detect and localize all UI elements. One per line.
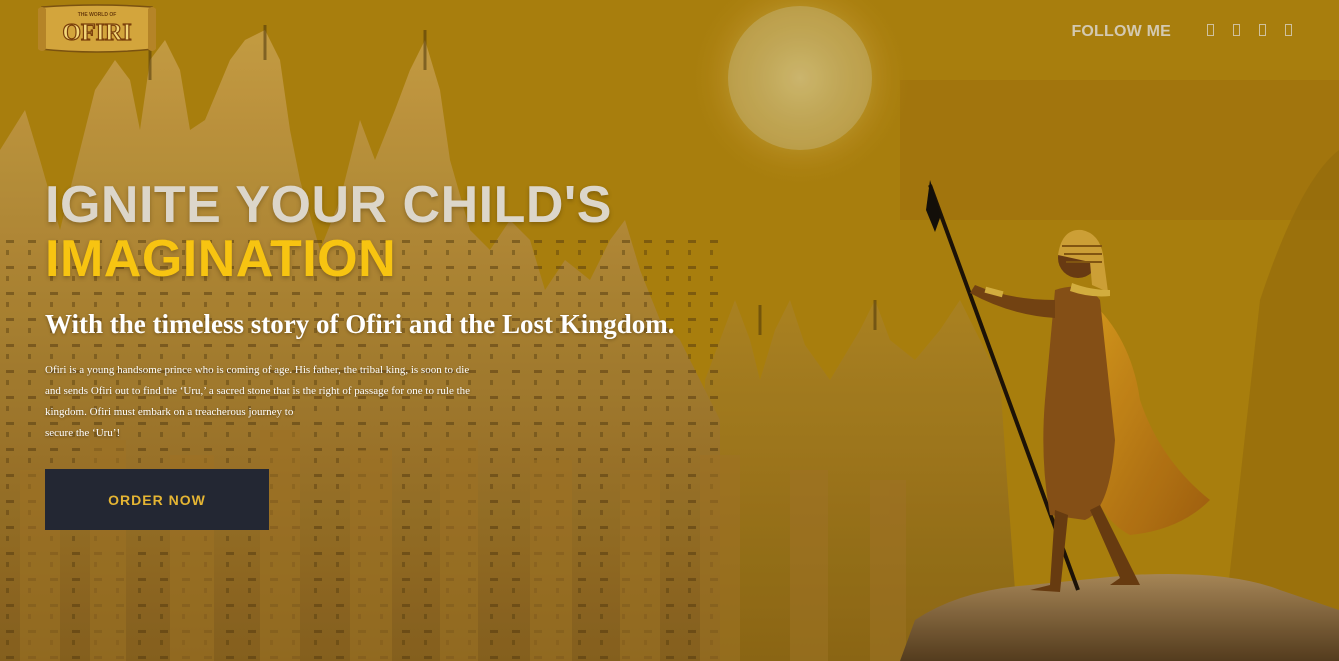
- ofiri-logo[interactable]: THE WORLD OF OFIRI: [36, 3, 158, 55]
- instagram-icon[interactable]: [1257, 23, 1267, 37]
- youtube-icon[interactable]: [1283, 23, 1293, 37]
- hero-section: THE WORLD OF OFIRI FOLLOW ME IGNITE YOUR…: [0, 0, 1339, 661]
- facebook-icon[interactable]: [1205, 23, 1215, 37]
- site-header: THE WORLD OF OFIRI FOLLOW ME: [0, 0, 1339, 60]
- headline-line-1: IGNITE YOUR CHILD'S: [45, 176, 612, 234]
- logo-small-text: THE WORLD OF: [78, 12, 117, 18]
- story-description: Ofiri is a young handsome prince who is …: [45, 360, 515, 444]
- description-line: kingdom. Ofiri must embark on a treacher…: [45, 406, 294, 418]
- hero-content: IGNITE YOUR CHILD'S IMAGINATION With the…: [45, 178, 765, 444]
- headline-line-2: IMAGINATION: [45, 230, 397, 288]
- hero-subheadline: With the timeless story of Ofiri and the…: [45, 309, 675, 339]
- follow-me-label: FOLLOW ME: [1071, 23, 1171, 40]
- description-line: secure the ‘Uru’!: [45, 427, 121, 439]
- description-line: Ofiri is a young handsome prince who is …: [45, 364, 470, 376]
- logo-text: OFIRI: [62, 20, 131, 46]
- order-now-button[interactable]: ORDER NOW: [45, 469, 269, 530]
- twitter-icon[interactable]: [1231, 23, 1241, 37]
- hero-headline: IGNITE YOUR CHILD'S IMAGINATION: [45, 178, 765, 286]
- description-line: and sends Ofiri out to find the ‘Uru,’ a…: [45, 385, 471, 397]
- social-links: [1205, 23, 1293, 37]
